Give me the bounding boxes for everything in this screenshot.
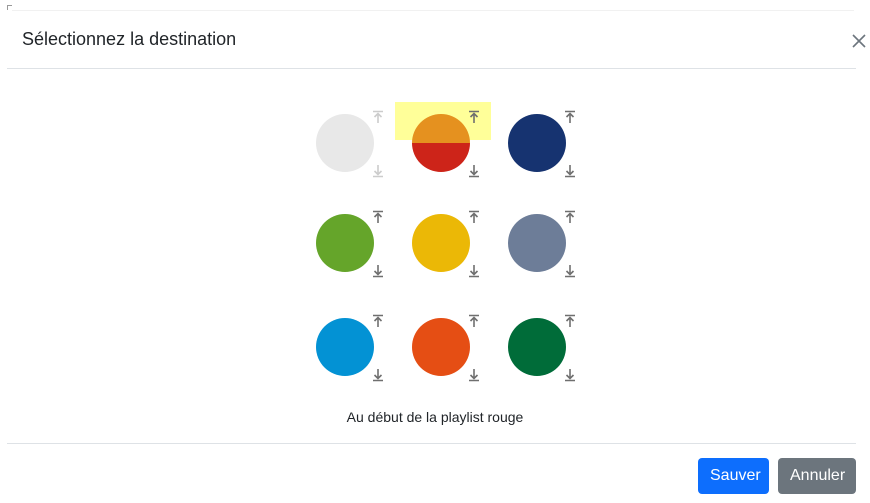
destination-green: [316, 210, 392, 296]
destination-description: Au début de la playlist rouge: [346, 409, 524, 425]
move-to-bottom-icon[interactable]: [467, 164, 481, 178]
destination-grid: [0, 0, 870, 440]
save-button[interactable]: Sauver: [698, 458, 769, 494]
destination-white: [316, 110, 392, 196]
color-circle-dark-green[interactable]: [508, 318, 566, 376]
destination-orange: [412, 314, 488, 400]
move-to-top-icon[interactable]: [371, 210, 385, 224]
move-to-top-icon[interactable]: [563, 314, 577, 328]
move-to-top-icon[interactable]: [371, 110, 385, 124]
move-to-top-icon[interactable]: [467, 110, 481, 124]
cancel-button[interactable]: Annuler: [778, 458, 856, 494]
destination-navy: [508, 110, 584, 196]
color-circle-grey-blue[interactable]: [508, 214, 566, 272]
destination-dark-green: [508, 314, 584, 400]
move-to-top-icon[interactable]: [563, 110, 577, 124]
move-to-top-icon[interactable]: [563, 210, 577, 224]
destination-grey-blue: [508, 210, 584, 296]
circle-top-half: [412, 114, 470, 143]
move-to-bottom-icon[interactable]: [467, 264, 481, 278]
move-to-top-icon[interactable]: [467, 314, 481, 328]
color-circle-light-blue[interactable]: [316, 318, 374, 376]
destination-yellow: [412, 210, 488, 296]
move-to-top-icon[interactable]: [371, 314, 385, 328]
color-circle-white[interactable]: [316, 114, 374, 172]
move-to-bottom-icon[interactable]: [563, 264, 577, 278]
move-to-bottom-icon[interactable]: [371, 264, 385, 278]
circle-bottom-half: [412, 143, 470, 172]
color-circle-red[interactable]: [412, 114, 470, 172]
footer-divider: [7, 443, 856, 444]
move-to-bottom-icon[interactable]: [563, 164, 577, 178]
color-circle-yellow[interactable]: [412, 214, 470, 272]
color-circle-green[interactable]: [316, 214, 374, 272]
destination-light-blue: [316, 314, 392, 400]
move-to-bottom-icon[interactable]: [371, 368, 385, 382]
color-circle-navy[interactable]: [508, 114, 566, 172]
move-to-top-icon[interactable]: [467, 210, 481, 224]
destination-red: [395, 102, 491, 196]
color-circle-orange[interactable]: [412, 318, 470, 376]
move-to-bottom-icon[interactable]: [563, 368, 577, 382]
move-to-bottom-icon[interactable]: [467, 368, 481, 382]
move-to-bottom-icon[interactable]: [371, 164, 385, 178]
